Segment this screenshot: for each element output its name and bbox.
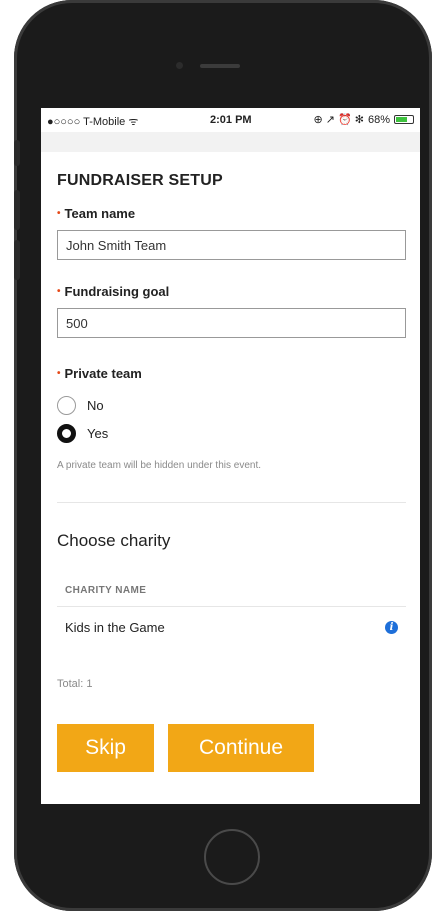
status-icons: ⊕ ↗ ⏰ ✻ [313, 114, 364, 126]
skip-button[interactable]: Skip [57, 724, 154, 772]
front-camera [176, 62, 183, 69]
radio-yes-label: Yes [87, 426, 109, 441]
private-team-label-text: Private team [64, 366, 142, 381]
page-title: FUNDRAISER SETUP [57, 172, 223, 189]
fundraising-goal-input[interactable] [57, 308, 406, 338]
phone-screen: ●○○○○ T-Mobile ᯤ 2:01 PM ⊕ ↗ ⏰ ✻ 68% FUN… [41, 108, 420, 804]
battery-icon [394, 115, 414, 124]
home-button[interactable] [204, 829, 260, 885]
continue-button[interactable]: Continue [168, 724, 314, 772]
private-team-hint: A private team will be hidden under this… [57, 460, 262, 471]
charity-name-column-header: CHARITY NAME [65, 585, 147, 596]
required-marker: • [57, 208, 61, 219]
charity-row-name[interactable]: Kids in the Game [65, 620, 165, 635]
radio-no[interactable] [57, 396, 76, 415]
required-marker: • [57, 286, 61, 297]
fundraising-goal-label-text: Fundraising goal [64, 284, 170, 299]
volume-down-button [14, 240, 20, 280]
status-time: 2:01 PM [210, 114, 252, 126]
private-team-option-no[interactable]: No [57, 396, 104, 415]
battery-level [396, 117, 407, 122]
fundraising-goal-label: • Fundraising goal [57, 284, 169, 299]
status-bar: ●○○○○ T-Mobile ᯤ 2:01 PM ⊕ ↗ ⏰ ✻ 68% [41, 108, 420, 132]
private-team-label: • Private team [57, 366, 142, 381]
mute-switch [14, 140, 20, 166]
status-indicators: ⊕ ↗ ⏰ ✻ 68% [313, 113, 414, 126]
team-name-label-text: Team name [64, 206, 136, 221]
private-team-option-yes[interactable]: Yes [57, 424, 108, 443]
required-marker: • [57, 368, 61, 379]
section-divider [57, 502, 406, 503]
info-icon[interactable]: i [385, 621, 398, 634]
team-name-label: • Team name [57, 206, 135, 221]
battery-percent: 68% [367, 113, 390, 126]
charity-section-title: Choose charity [57, 531, 171, 550]
table-header-divider [57, 606, 406, 607]
team-name-input[interactable] [57, 230, 406, 260]
charity-total: Total: 1 [57, 678, 93, 690]
header-strip [41, 132, 420, 152]
radio-no-label: No [87, 398, 104, 413]
radio-yes[interactable] [57, 424, 76, 443]
earpiece-speaker [200, 64, 240, 68]
carrier-signal: ●○○○○ T-Mobile ᯤ [47, 116, 139, 128]
volume-up-button [14, 190, 20, 230]
